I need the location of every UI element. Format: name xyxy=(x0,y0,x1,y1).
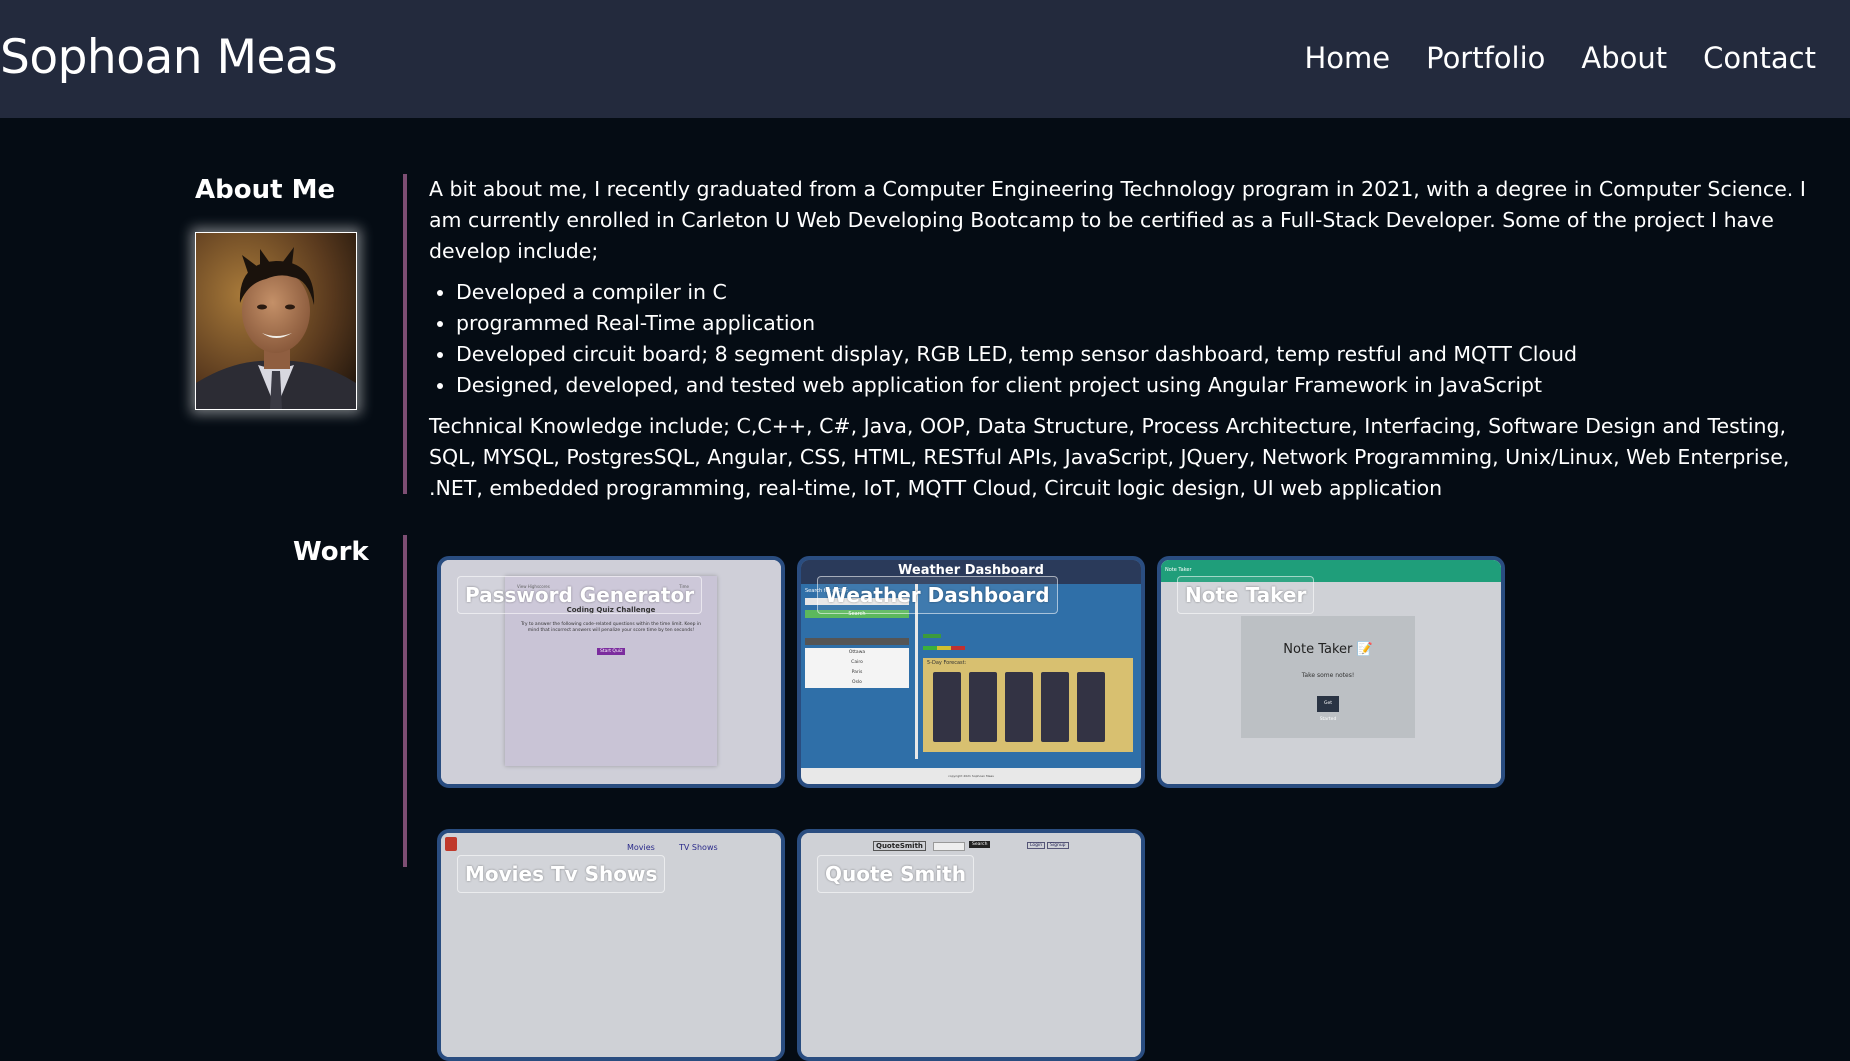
project-item: Designed, developed, and tested web appl… xyxy=(456,370,1819,401)
weather-city-item: Cairo xyxy=(851,660,863,665)
weather-forecast-label: 5-Day Forecast: xyxy=(927,660,967,666)
quiz-instructions: Try to answer the following code-related… xyxy=(520,622,702,633)
movies-nav-movies: Movies xyxy=(627,843,655,852)
about-description: A bit about me, I recently graduated fro… xyxy=(429,174,1819,504)
about-section-title: About Me xyxy=(195,175,336,205)
about-divider xyxy=(403,174,407,494)
main-nav: Home Portfolio About Contact xyxy=(1304,38,1816,78)
profile-avatar xyxy=(195,232,357,410)
weather-forecast-box: 5-Day Forecast: xyxy=(923,658,1133,752)
project-item: Developed circuit board; 8 segment displ… xyxy=(456,339,1819,370)
quote-smith-nav-one: Login xyxy=(1027,842,1046,849)
project-item: programmed Real-Time application xyxy=(456,308,1819,339)
project-card-password-generator[interactable]: View Highscores Time Coding Quiz Challen… xyxy=(437,556,785,788)
weather-city-list: Ottawa Cairo Paris Oslo xyxy=(805,648,909,688)
weather-clear-button xyxy=(805,638,909,645)
quiz-start-button: Start Quiz xyxy=(597,648,626,655)
nav-portfolio-link[interactable]: Portfolio xyxy=(1426,38,1545,78)
project-list: Developed a compiler in C programmed Rea… xyxy=(429,277,1819,401)
project-card-label: Note Taker xyxy=(1177,576,1315,614)
weather-forecast-day xyxy=(1041,672,1069,742)
quote-smith-nav-two: Signup xyxy=(1047,842,1069,849)
weather-city-item: Oslo xyxy=(852,680,862,685)
weather-temp-bar xyxy=(923,634,941,638)
note-taker-subtitle: Take some notes! xyxy=(1301,672,1355,679)
weather-uv-yellow-bar xyxy=(937,646,951,650)
project-card-label: Password Generator xyxy=(457,576,703,614)
technical-knowledge: Technical Knowledge include; C,C++, C#, … xyxy=(429,414,1790,500)
project-card-note-taker[interactable]: Note Taker Note Taker 📝 Take some notes!… xyxy=(1157,556,1505,788)
weather-uv-red-bar xyxy=(951,646,965,650)
weather-forecast-day xyxy=(969,672,997,742)
nav-about-link[interactable]: About xyxy=(1581,38,1667,78)
note-taker-start-button: Get Started xyxy=(1317,696,1339,722)
weather-forecast-day xyxy=(1005,672,1033,742)
project-card-label: Movies Tv Shows xyxy=(457,855,666,893)
work-section-title: Work xyxy=(293,537,369,567)
work-divider xyxy=(403,535,407,867)
movies-nav-tv-shows: TV Shows xyxy=(679,843,718,852)
nav-home-link[interactable]: Home xyxy=(1304,38,1390,78)
note-taker-title: Note Taker 📝 xyxy=(1283,642,1373,657)
weather-city-item: Ottawa xyxy=(848,650,866,655)
project-card-quote-smith[interactable]: QuoteSmith Search Login Signup Quote Smi… xyxy=(797,829,1145,1061)
project-card-label: Weather Dashboard xyxy=(817,576,1058,614)
nav-contact-link[interactable]: Contact xyxy=(1703,38,1816,78)
weather-city-item: Paris xyxy=(851,670,863,675)
about-intro: A bit about me, I recently graduated fro… xyxy=(429,177,1806,263)
note-taker-nav-brand: Note Taker xyxy=(1165,567,1192,573)
project-card-label: Quote Smith xyxy=(817,855,974,893)
quote-smith-search-button: Search xyxy=(969,841,991,848)
weather-footer: copyright 2021 Sophoan Meas xyxy=(801,768,1141,784)
weather-uv-green-bar xyxy=(923,646,937,650)
project-card-movies-tv-shows[interactable]: Movies TV Shows Movies Tv Shows xyxy=(437,829,785,1061)
project-item: Developed a compiler in C xyxy=(456,277,1819,308)
project-card-weather-dashboard[interactable]: Weather Dashboard Search for a City: Sea… xyxy=(797,556,1145,788)
site-header: Sophoan Meas Home Portfolio About Contac… xyxy=(0,0,1850,118)
quote-smith-search-input xyxy=(933,842,965,851)
note-taker-jumbotron: Note Taker 📝 Take some notes! Get Starte… xyxy=(1241,616,1415,738)
movies-logo xyxy=(445,837,457,851)
weather-forecast-day xyxy=(1077,672,1105,742)
weather-forecast-day xyxy=(933,672,961,742)
site-brand[interactable]: Sophoan Meas xyxy=(0,28,338,88)
quote-smith-logo: QuoteSmith xyxy=(873,841,926,851)
